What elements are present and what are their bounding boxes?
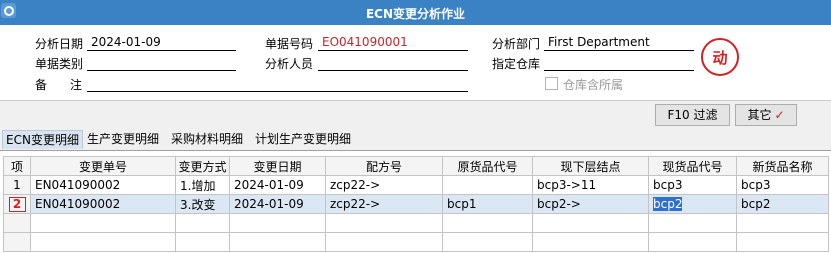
row-index[interactable]: 2 [3,194,31,214]
tab-planned-production-change-detail[interactable]: 计划生产变更明细 [252,130,354,149]
table-cell[interactable] [175,232,230,252]
table-cell[interactable] [736,232,829,252]
table-cell[interactable]: 3.改变 [175,194,230,214]
table-cell[interactable]: EN041090002 [30,175,176,195]
table-cell[interactable] [442,175,533,195]
column-header[interactable]: 现货品代号 [648,156,737,176]
table-cell[interactable]: bcp1 [442,194,533,214]
header-form: 分析日期 2024-01-09 单据号码 EO041090001 分析部门 Fi… [0,25,831,100]
table-cell[interactable]: bcp3 [736,175,829,195]
table-cell[interactable] [442,213,533,233]
table-cell[interactable]: bcp2-> [532,194,649,214]
tab-ecn-change-detail[interactable]: ECN变更明细 [2,130,83,149]
seal-stamp-text: 动 [712,49,728,67]
table-cell[interactable] [442,232,533,252]
dept-field[interactable]: First Department [544,35,694,51]
doc-type-label: 单据类别 [35,57,84,71]
tab-purchase-material-detail[interactable]: 采购材料明细 [168,130,246,149]
include-sub-warehouse-checkbox[interactable] [545,77,558,90]
table-cell[interactable] [736,213,829,233]
selected-cell-text[interactable]: bcp2 [653,197,683,211]
doc-no-field[interactable]: EO041090001 [318,35,468,51]
table-cell-editing[interactable]: bcp2 [648,194,737,214]
analysis-date-field[interactable]: 2024-01-09 [87,35,236,51]
analysis-date-label: 分析日期 [35,37,84,51]
seal-stamp: 动 [701,38,739,76]
table-cell[interactable] [532,232,649,252]
doc-type-field[interactable] [87,55,236,71]
table-cell[interactable]: bcp3->11 [532,175,649,195]
column-header[interactable]: 配方号 [325,156,443,176]
column-header[interactable]: 新货品名称 [736,156,829,176]
table-cell[interactable]: zcp22-> [325,175,443,195]
table-cell[interactable] [30,213,176,233]
column-header[interactable]: 变更方式 [175,156,230,176]
ecn-change-table: 项 变更单号 变更方式 变更日期 配方号 原货品代号 现下层结点 现货品代号 新… [3,156,829,252]
row-index[interactable] [3,232,31,252]
column-header[interactable]: 项 [3,156,31,176]
analyst-field[interactable] [318,55,468,71]
table-row-selected[interactable]: 2 EN041090002 3.改变 2024-01-09 zcp22-> bc… [3,194,829,214]
title-bar: ECN变更分析作业 [0,0,831,25]
table-cell[interactable]: 2024-01-09 [229,175,326,195]
table-cell[interactable] [229,232,326,252]
table-cell[interactable]: 1.增加 [175,175,230,195]
detail-tabs: ECN变更明细 生产变更明细 采购材料明细 计划生产变更明细 [0,128,831,150]
table-cell[interactable]: zcp22-> [325,194,443,214]
column-header[interactable]: 原货品代号 [442,156,533,176]
remark-label-first: 备 [35,78,48,92]
table-cell[interactable] [325,232,443,252]
table-row[interactable]: 1 EN041090002 1.增加 2024-01-09 zcp22-> bc… [3,175,829,195]
doc-no-label: 单据号码 [265,37,314,51]
column-header[interactable]: 变更单号 [30,156,176,176]
row-index[interactable] [3,213,31,233]
table-cell[interactable]: 2024-01-09 [229,194,326,214]
remark-label-second: 注 [70,78,83,92]
table-header-row: 项 变更单号 变更方式 变更日期 配方号 原货品代号 现下层结点 现货品代号 新… [3,156,829,176]
warehouse-field[interactable] [544,55,694,71]
toolbar: F10 过滤 其它 ✓ [0,100,831,128]
table-cell[interactable] [325,213,443,233]
table-cell[interactable]: bcp3 [648,175,737,195]
column-header[interactable]: 现下层结点 [532,156,649,176]
dept-label: 分析部门 [492,37,541,51]
table-cell[interactable] [648,213,737,233]
analyst-label: 分析人员 [265,57,314,71]
table-cell[interactable] [229,213,326,233]
table-cell[interactable]: bcp2 [736,194,829,214]
warehouse-label: 指定仓库 [492,57,541,71]
table-cell[interactable] [648,232,737,252]
row-index[interactable]: 1 [3,175,31,195]
table-cell[interactable]: EN041090002 [30,194,176,214]
other-button-label: 其它 [747,108,772,122]
include-sub-warehouse-label: 仓库含所属 [563,78,624,92]
remark-field[interactable] [87,76,468,92]
window-title: ECN变更分析作业 [365,7,466,21]
check-icon: ✓ [774,108,785,122]
other-button[interactable]: 其它 ✓ [735,104,797,126]
current-row-marker: 2 [8,196,26,212]
table-row-empty[interactable] [3,213,829,233]
table-cell[interactable] [30,232,176,252]
table-cell[interactable] [175,213,230,233]
ecn-change-grid: 项 变更单号 变更方式 变更日期 配方号 原货品代号 现下层结点 现货品代号 新… [0,150,831,253]
filter-button[interactable]: F10 过滤 [655,104,730,126]
column-header[interactable]: 变更日期 [229,156,326,176]
tab-production-change-detail[interactable]: 生产变更明细 [84,130,162,149]
table-cell[interactable] [532,213,649,233]
table-row-empty[interactable] [3,232,829,252]
